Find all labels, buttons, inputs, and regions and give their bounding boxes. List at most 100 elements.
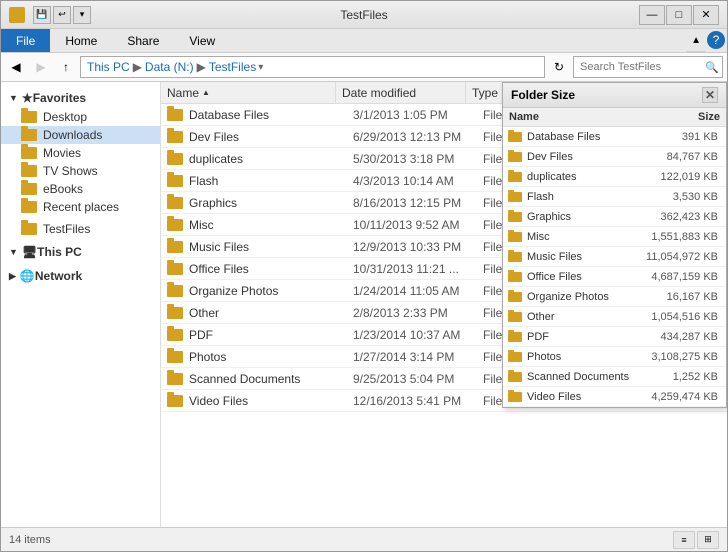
popup-row[interactable]: Video Files 4,259,474 KB (503, 387, 726, 407)
popup-close-button[interactable]: ✕ (702, 87, 718, 103)
thispc-header[interactable]: ▼ 🖥 This PC (1, 242, 160, 262)
popup-cell-size: 391 KB (646, 131, 726, 143)
quick-access-btn-1[interactable]: 💾 (33, 6, 51, 24)
popup-folder-icon (508, 212, 522, 222)
popup-row[interactable]: Scanned Documents 1,252 KB (503, 367, 726, 387)
sidebar-item-desktop-label: Desktop (43, 110, 87, 124)
title-bar-left: 💾 ↩ ▾ (9, 6, 91, 24)
maximize-button[interactable]: □ (666, 5, 692, 25)
popup-row[interactable]: Misc 1,551,883 KB (503, 227, 726, 247)
file-folder-icon (167, 153, 183, 165)
search-wrap: 🔍 (573, 56, 723, 78)
path-this-pc[interactable]: This PC (87, 60, 130, 74)
favorites-star-icon: ★ (22, 91, 33, 105)
tab-view[interactable]: View (174, 29, 230, 52)
quick-access-dropdown[interactable]: ▾ (73, 6, 91, 24)
file-cell-date: 6/29/2013 12:13 PM (349, 130, 479, 144)
sidebar-item-movies[interactable]: Movies (1, 144, 160, 162)
favorites-label: Favorites (33, 91, 86, 105)
sidebar-item-downloads-label: Downloads (43, 128, 102, 142)
path-data-n[interactable]: Data (N:) (145, 60, 194, 74)
popup-row[interactable]: Dev Files 84,767 KB (503, 147, 726, 167)
popup-cell-name: Music Files (527, 251, 646, 263)
popup-row[interactable]: PDF 434,287 KB (503, 327, 726, 347)
sidebar-item-tvshows[interactable]: TV Shows (1, 162, 160, 180)
popup-cell-name: Dev Files (527, 151, 646, 163)
close-button[interactable]: ✕ (693, 5, 719, 25)
popup-row[interactable]: Other 1,054,516 KB (503, 307, 726, 327)
popup-row[interactable]: Photos 3,108,275 KB (503, 347, 726, 367)
popup-cell-name: Office Files (527, 271, 646, 283)
tab-share[interactable]: Share (112, 29, 174, 52)
path-dropdown-btn[interactable]: ▾ (258, 62, 263, 73)
ribbon-help-btn[interactable]: ? (707, 31, 725, 49)
network-header[interactable]: ▶ 🌐 Network (1, 266, 160, 286)
view-btn-details[interactable]: ≡ (673, 531, 695, 549)
file-cell-date: 8/16/2013 12:15 PM (349, 196, 479, 210)
col-sort-icon: ▲ (202, 88, 210, 97)
popup-row[interactable]: Office Files 4,687,159 KB (503, 267, 726, 287)
path-testfiles[interactable]: TestFiles (209, 60, 256, 74)
refresh-button[interactable]: ↻ (548, 56, 570, 78)
popup-row[interactable]: duplicates 122,019 KB (503, 167, 726, 187)
file-cell-name: Flash (189, 174, 349, 188)
file-cell-date: 3/1/2013 1:05 PM (349, 108, 479, 122)
popup-cell-name: PDF (527, 331, 646, 343)
address-path[interactable]: This PC ▶ Data (N:) ▶ TestFiles ▾ (80, 56, 545, 78)
popup-row[interactable]: Music Files 11,054,972 KB (503, 247, 726, 267)
popup-row[interactable]: Graphics 362,423 KB (503, 207, 726, 227)
file-cell-name: Database Files (189, 108, 349, 122)
forward-button[interactable]: ▶ (30, 56, 52, 78)
view-btn-large-icons[interactable]: ⊞ (697, 531, 719, 549)
window-icon (9, 7, 25, 23)
col-header-name[interactable]: Name ▲ (161, 82, 336, 103)
sidebar-item-recent-places[interactable]: Recent places (1, 198, 160, 216)
tab-file[interactable]: File (1, 29, 50, 52)
popup-folder-icon (508, 152, 522, 162)
col-type-label: Type (472, 86, 498, 100)
quick-access-btn-2[interactable]: ↩ (53, 6, 71, 24)
testfiles-folder-icon (21, 223, 37, 235)
file-cell-name: Misc (189, 218, 349, 232)
popup-cell-name: Video Files (527, 391, 646, 403)
file-cell-date: 5/30/2013 3:18 PM (349, 152, 479, 166)
sidebar-item-downloads[interactable]: Downloads (1, 126, 160, 144)
file-cell-name: Office Files (189, 262, 349, 276)
sidebar: ▼ ★ Favorites Desktop Downloads Movies T… (1, 82, 161, 527)
sidebar-item-ebooks[interactable]: eBooks (1, 180, 160, 198)
file-folder-icon (167, 131, 183, 143)
window-controls: — □ ✕ (639, 5, 719, 25)
file-cell-date: 1/23/2014 10:37 AM (349, 328, 479, 342)
back-button[interactable]: ◀ (5, 56, 27, 78)
file-cell-name: Video Files (189, 394, 349, 408)
popup-cell-name: Other (527, 311, 646, 323)
sidebar-item-testfiles[interactable]: TestFiles (1, 220, 160, 238)
popup-cell-name: Misc (527, 231, 646, 243)
file-cell-name: Photos (189, 350, 349, 364)
file-cell-date: 10/31/2013 11:21 ... (349, 262, 479, 276)
search-input[interactable] (573, 56, 723, 78)
favorites-header[interactable]: ▼ ★ Favorites (1, 88, 160, 108)
file-folder-icon (167, 109, 183, 121)
popup-col-header: Name Size (503, 108, 726, 127)
thispc-icon: 🖥 (22, 245, 37, 259)
popup-folder-icon (508, 252, 522, 262)
tab-home[interactable]: Home (50, 29, 112, 52)
sidebar-item-desktop[interactable]: Desktop (1, 108, 160, 126)
col-date-label: Date modified (342, 86, 416, 100)
popup-cell-name: Organize Photos (527, 291, 646, 303)
popup-row[interactable]: Flash 3,530 KB (503, 187, 726, 207)
popup-row[interactable]: Database Files 391 KB (503, 127, 726, 147)
file-folder-icon (167, 395, 183, 407)
file-cell-name: Organize Photos (189, 284, 349, 298)
sidebar-item-testfiles-label: TestFiles (43, 222, 90, 236)
ribbon-collapse-btn[interactable]: ▲ (691, 35, 701, 46)
popup-rows: Database Files 391 KB Dev Files 84,767 K… (503, 127, 726, 407)
col-header-date[interactable]: Date modified (336, 82, 466, 103)
sidebar-item-ebooks-label: eBooks (43, 182, 83, 196)
popup-folder-icon (508, 292, 522, 302)
up-button[interactable]: ↑ (55, 56, 77, 78)
minimize-button[interactable]: — (639, 5, 665, 25)
popup-row[interactable]: Organize Photos 16,167 KB (503, 287, 726, 307)
popup-cell-name: Graphics (527, 211, 646, 223)
